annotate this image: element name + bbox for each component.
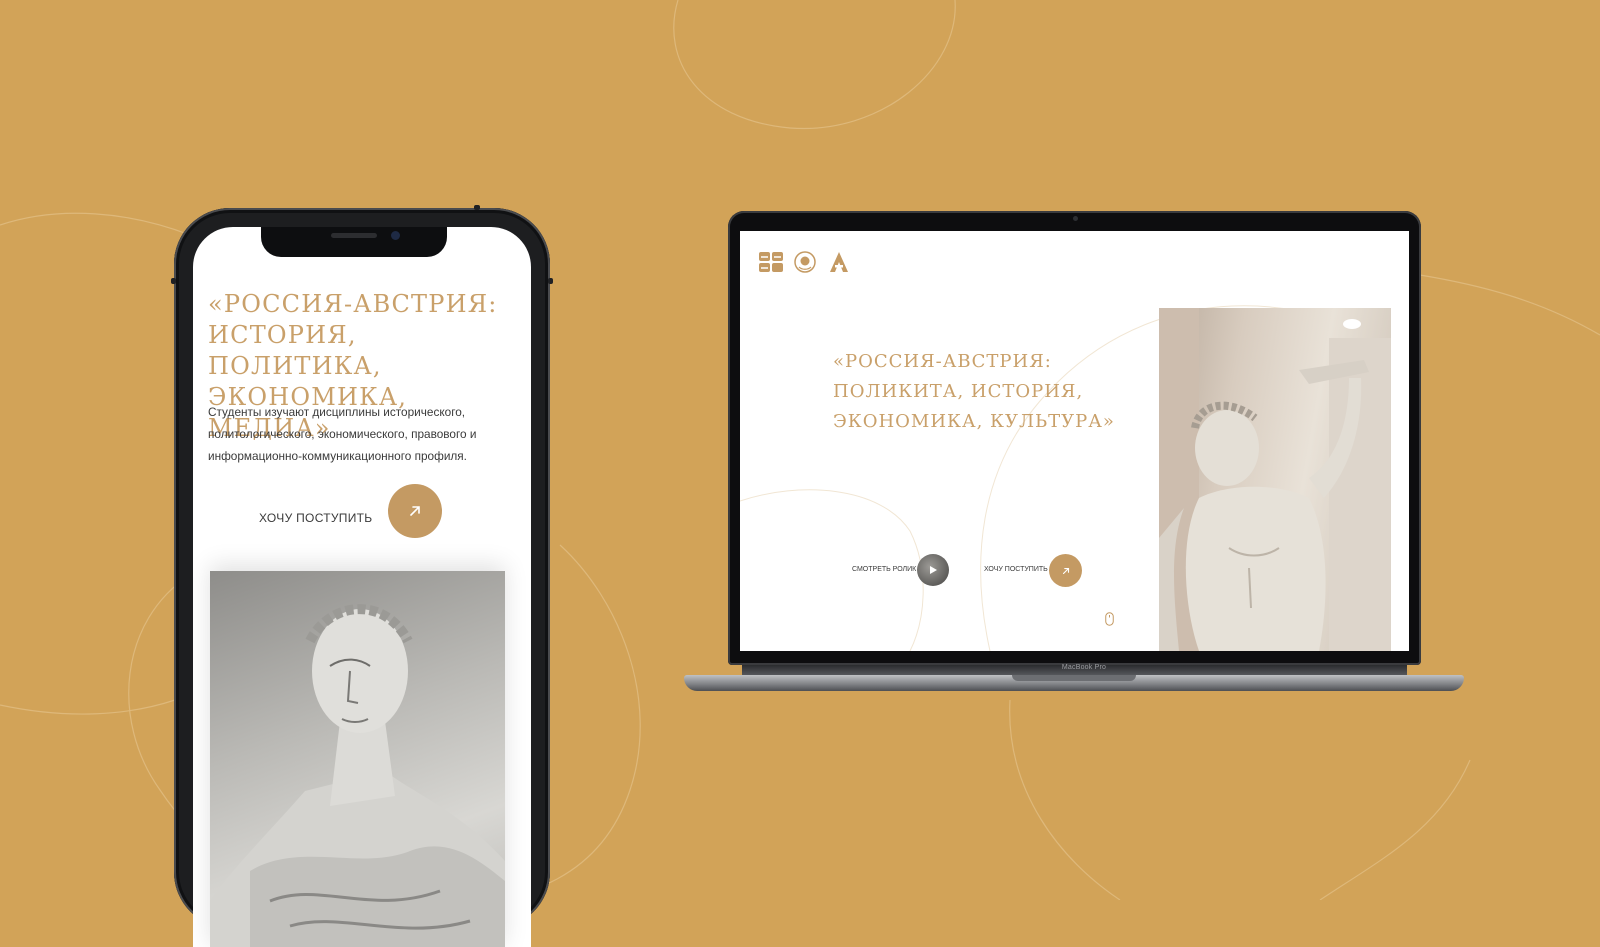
caesar-statue-illustration [210, 604, 505, 947]
phone-mockup: «РОССИЯ-АВСТРИЯ: ИСТОРИЯ, ПОЛИТИКА, ЭКОН… [171, 205, 553, 947]
desktop-page-title: «РОССИЯ-АВСТРИЯ: ПОЛИКИТА, ИСТОРИЯ, ЭКОН… [833, 351, 1115, 432]
university-logo[interactable] [758, 249, 784, 275]
desktop-screen: «РОССИЯ-АВСТРИЯ: ПОЛИКИТА, ИСТОРИЯ, ЭКОН… [740, 231, 1409, 651]
desktop-hero-statue-image [1159, 308, 1391, 651]
mobile-hero-statue-image [210, 571, 505, 947]
phone-side-button [548, 278, 553, 284]
laptop-camera [1073, 216, 1078, 221]
laptop-lip [1012, 675, 1136, 681]
watch-video-button[interactable] [917, 554, 949, 586]
laptop-base: MacBook Pro [684, 664, 1464, 691]
desktop-apply-button[interactable] [1049, 554, 1082, 587]
desktop-apply-label[interactable]: ХОЧУ ПОСТУПИТЬ [984, 566, 1048, 573]
mobile-apply-button[interactable] [388, 484, 442, 538]
laptop-model-label: MacBook Pro [1061, 664, 1107, 671]
arrow-up-right-icon [410, 506, 420, 516]
mobile-apply-label[interactable]: ХОЧУ ПОСТУПИТЬ [259, 511, 372, 525]
mouse-scroll-icon[interactable] [1105, 612, 1114, 626]
laptop-mockup: «РОССИЯ-АВСТРИЯ: ПОЛИКИТА, ИСТОРИЯ, ЭКОН… [728, 211, 1421, 665]
mobile-description: Студенты изучают дисциплины историческог… [208, 405, 477, 463]
phone-side-button [171, 278, 176, 284]
speaker-grille [331, 233, 377, 238]
letter-a-logo[interactable] [826, 249, 852, 275]
university-logo-icon [759, 252, 783, 272]
phone-top-button [474, 205, 480, 210]
satyr-statue-illustration [1159, 308, 1391, 651]
watch-video-label[interactable]: СМОТРЕТЬ РОЛИК [852, 566, 916, 573]
desktop-logo-group [758, 249, 852, 275]
arrow-up-right-icon [1062, 567, 1069, 574]
front-camera [391, 231, 400, 240]
mobile-screen: «РОССИЯ-АВСТРИЯ: ИСТОРИЯ, ПОЛИТИКА, ЭКОН… [193, 227, 531, 947]
emblem-logo-icon [794, 251, 816, 273]
emblem-logo[interactable] [792, 249, 818, 275]
play-icon [930, 566, 937, 574]
phone-notch [261, 227, 447, 257]
letter-a-logo-icon [830, 252, 848, 272]
